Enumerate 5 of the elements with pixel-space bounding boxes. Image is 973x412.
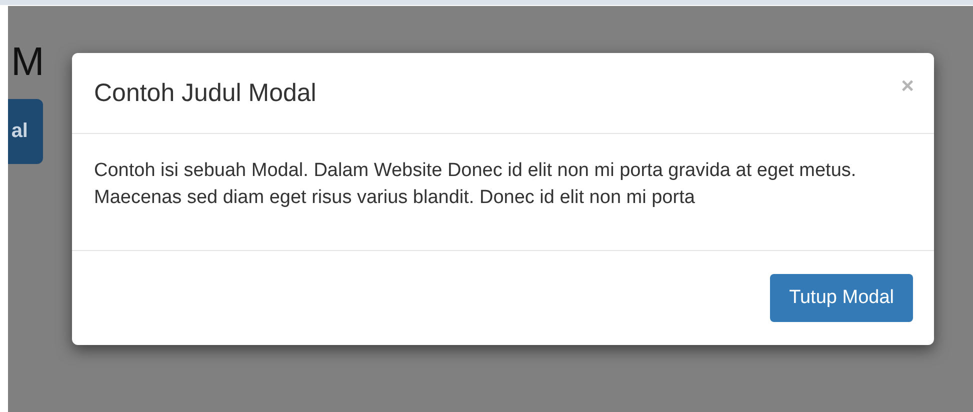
close-modal-button[interactable]: Tutup Modal <box>770 274 913 322</box>
modal-title: Contoh Judul Modal <box>94 78 318 108</box>
open-modal-button[interactable]: al <box>8 99 43 164</box>
page-heading: M <box>11 39 46 84</box>
modal-body-text: Contoh isi sebuah Modal. Dalam Website Donec id elit non mi porta gravida at eget metus. Maecenas sed diam eget risus varius blandit. Donec id elit non mi porta <box>94 159 858 210</box>
